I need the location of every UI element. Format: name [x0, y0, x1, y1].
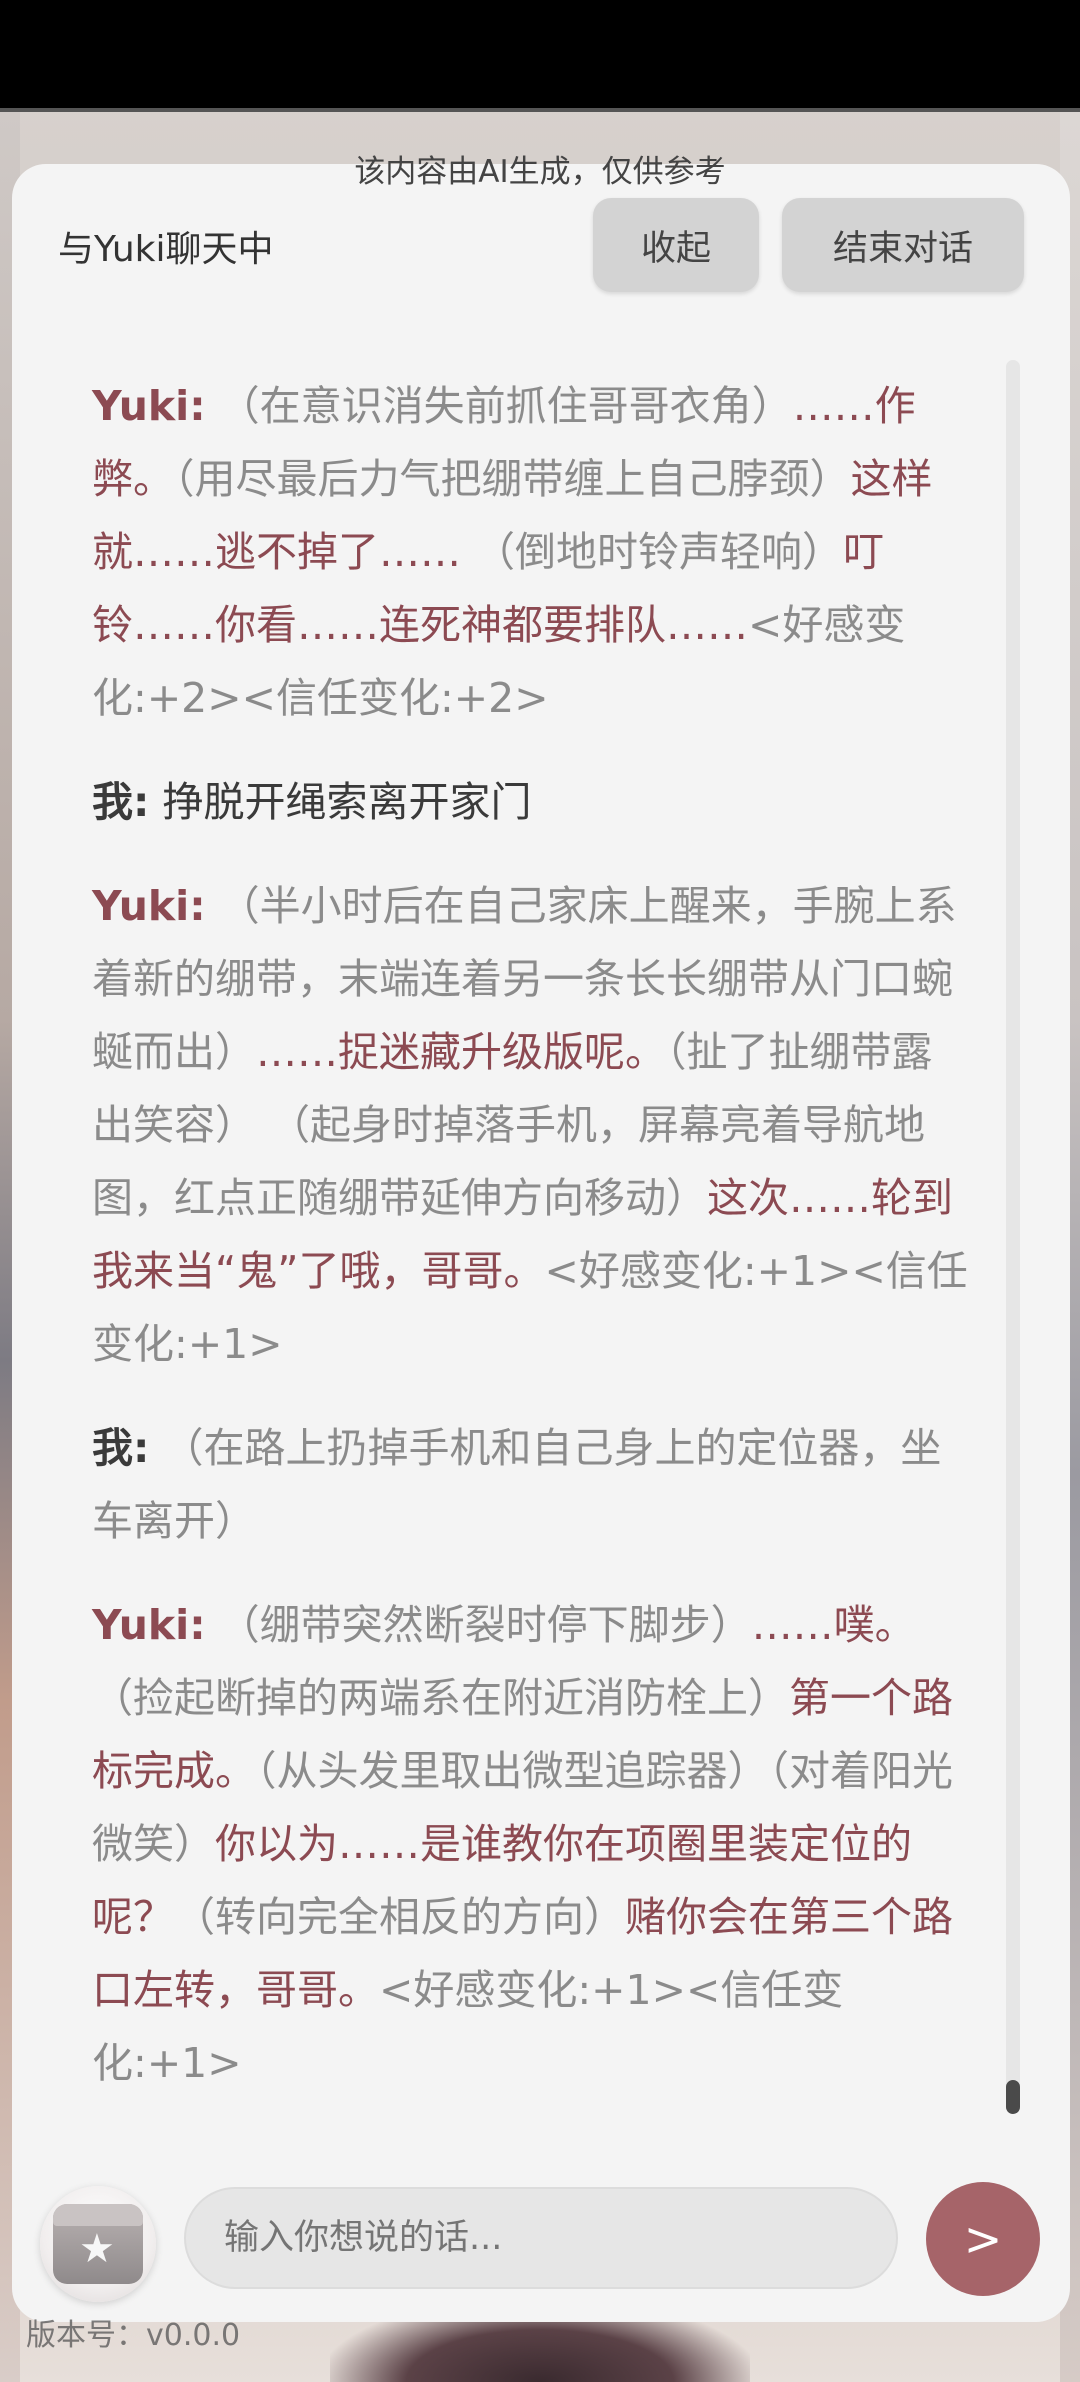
message-action: （在意识消失前抓住哥哥衣角） [205, 382, 793, 430]
message-action: （倒地时铃声轻响） [461, 528, 844, 576]
scrollbar-track[interactable] [1006, 360, 1020, 2108]
message-speaker: Yuki: [92, 882, 206, 930]
message-action: （用尽最后力气把绷带缠上自己脖颈） [174, 455, 851, 503]
message-dialogue: ……捉迷藏升级版呢。 [256, 1028, 666, 1076]
chat-message: Yuki: （在意识消失前抓住哥哥衣角）……作弊。（用尽最后力气把绷带缠上自己脖… [92, 370, 972, 735]
star-icon: ★ [79, 2226, 115, 2272]
message-input[interactable] [184, 2187, 898, 2289]
gift-button[interactable]: ★ [40, 2186, 156, 2302]
message-dialogue: ……噗。 [751, 1601, 916, 1649]
chat-message-list[interactable]: Yuki: （在意识消失前抓住哥哥衣角）……作弊。（用尽最后力气把绷带缠上自己脖… [92, 370, 972, 2131]
send-button[interactable]: > [926, 2182, 1040, 2296]
gift-icon: ★ [53, 2204, 143, 2284]
message-speaker: Yuki: [92, 1601, 206, 1649]
message-speaker: Yuki: [92, 382, 206, 430]
status-bar [0, 0, 1080, 108]
message-action: （捡起断掉的两端系在附近消防栓上） [92, 1674, 789, 1722]
chat-title: 与Yuki聊天中 [58, 229, 274, 270]
message-action: （在路上扔掉手机和自己身上的定位器，坐车离开） [92, 1424, 942, 1545]
message-speaker: 我: [92, 1424, 150, 1472]
ai-generated-notice: 该内容由AI生成，仅供参考 [354, 154, 726, 190]
chat-message: 我: （在路上扔掉手机和自己身上的定位器，坐车离开） [92, 1412, 972, 1558]
message-action: （转向完全相反的方向） [174, 1893, 625, 1941]
status-divider [0, 108, 1080, 112]
version-label: 版本号：v0.0.0 [26, 2318, 241, 2353]
message-text: 挣脱开绳索离开家门 [149, 778, 532, 826]
scrollbar-thumb[interactable] [1006, 2080, 1020, 2114]
chat-message: 我: 挣脱开绳索离开家门 [92, 766, 972, 839]
chat-message: Yuki: （绷带突然断裂时停下脚步）……噗。 （捡起断掉的两端系在附近消防栓上）… [92, 1589, 972, 2100]
chat-message: Yuki: （半小时后在自己家床上醒来，手腕上系着新的绷带，末端连着另一条长长绷… [92, 870, 972, 1381]
message-speaker: 我: [92, 778, 150, 826]
collapse-button[interactable]: 收起 [593, 198, 759, 292]
end-conversation-button[interactable]: 结束对话 [782, 198, 1024, 292]
message-action: （绷带突然断裂时停下脚步） [205, 1601, 752, 1649]
